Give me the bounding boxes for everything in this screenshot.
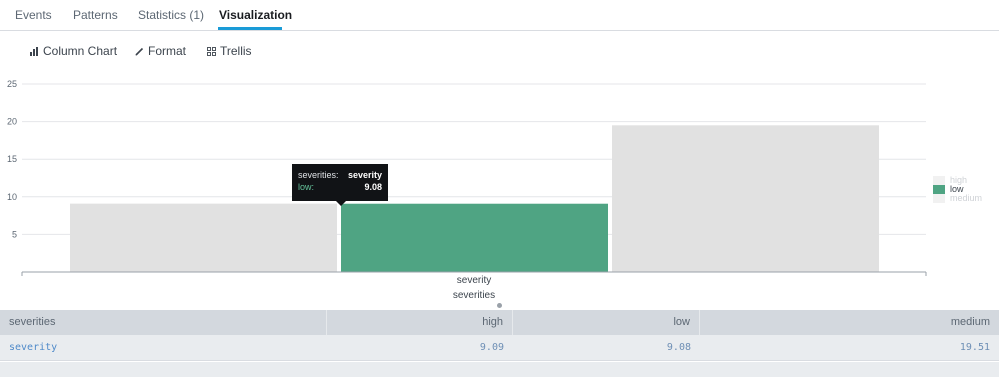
tab-bar: Events Patterns Statistics (1) Visualiza…	[0, 0, 999, 31]
pencil-icon	[135, 47, 144, 56]
table-header: severities high low medium	[0, 310, 999, 335]
y-tick-label: 20	[7, 117, 17, 127]
trellis-label: Trellis	[220, 44, 252, 58]
bar-chart-icon	[30, 46, 39, 56]
table-cell[interactable]: 9.09	[327, 335, 513, 360]
y-tick-label: 10	[7, 192, 17, 202]
chart-tooltip: severities: severity low: 9.08	[292, 164, 388, 201]
tooltip-caret	[336, 201, 346, 206]
resize-handle[interactable]	[497, 303, 502, 308]
x-axis-title: severities	[453, 290, 495, 301]
x-tick-label: severity	[457, 275, 491, 286]
grid-icon	[207, 46, 216, 56]
table-cell[interactable]: 9.08	[513, 335, 700, 360]
results-table: severities high low medium severity 9.09…	[0, 310, 999, 361]
trellis-button[interactable]: Trellis	[207, 44, 252, 58]
column-header-medium[interactable]: medium	[700, 310, 999, 335]
tooltip-field-value: severity	[347, 170, 382, 180]
column-chart: 510152025 highlowmedium severity severit…	[7, 79, 982, 301]
y-tick-label: 25	[7, 79, 17, 89]
format-button[interactable]: Format	[135, 44, 186, 58]
format-label: Format	[148, 44, 187, 58]
tab-patterns[interactable]: Patterns	[73, 8, 118, 22]
column-header-high[interactable]: high	[327, 310, 513, 335]
tooltip-series-label: low:	[298, 182, 315, 192]
column-chart-label: Column Chart	[43, 44, 118, 58]
tooltip-series-value: 9.08	[364, 182, 382, 192]
legend-swatch-high	[933, 176, 945, 185]
bar-high[interactable]	[70, 203, 337, 272]
table-cell[interactable]: severity	[0, 335, 327, 360]
active-tab-indicator	[218, 27, 282, 30]
tab-visualization[interactable]: Visualization	[219, 8, 292, 22]
legend-item-medium[interactable]: medium	[950, 193, 982, 203]
tab-statistics[interactable]: Statistics (1)	[138, 8, 204, 22]
legend-swatch-medium	[933, 194, 945, 203]
table-cell[interactable]: 19.51	[700, 335, 999, 360]
legend-swatch-low	[933, 185, 945, 194]
column-header-low[interactable]: low	[513, 310, 700, 335]
column-chart-button[interactable]: Column Chart	[30, 44, 117, 58]
table-footer-area	[0, 362, 999, 377]
table-row: severity 9.09 9.08 19.51	[0, 335, 999, 361]
tab-events[interactable]: Events	[15, 8, 52, 22]
bar-medium[interactable]	[612, 125, 879, 272]
tooltip-field-label: severities:	[298, 170, 339, 180]
column-header-severities[interactable]: severities	[0, 310, 327, 335]
bar-low[interactable]	[341, 203, 608, 272]
y-tick-label: 15	[7, 154, 17, 164]
y-tick-label: 5	[12, 229, 17, 239]
